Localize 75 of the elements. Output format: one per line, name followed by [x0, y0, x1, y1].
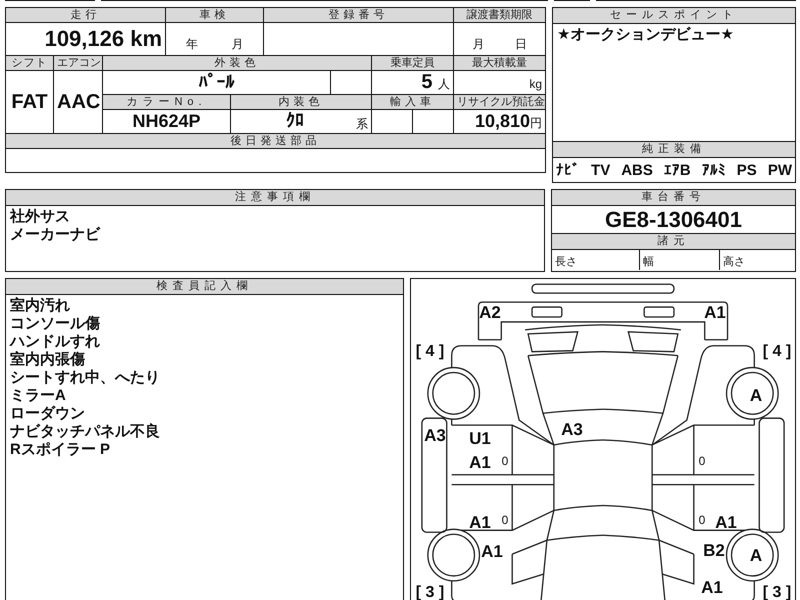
table-header: シフト: [6, 56, 54, 70]
damage-grade: A1: [704, 303, 726, 323]
chassis-number: GE8-1306401: [604, 206, 743, 233]
equipment-item: ｴｱB: [664, 162, 691, 178]
equipment-item: ﾅﾋﾞ: [556, 162, 580, 178]
panel-header: 車台番号: [552, 190, 795, 206]
panel-header: 諸元: [552, 233, 795, 250]
table-header: リサイクル預託金: [454, 94, 546, 110]
damage-grade: A3: [424, 426, 446, 446]
unit-label: 月: [231, 36, 244, 53]
panel-header: セールスポイント: [553, 8, 795, 24]
unit-label: 月: [472, 36, 484, 53]
table-header: エアコン: [54, 56, 102, 70]
sales-point-text: ★オークションデビュー★: [557, 26, 735, 44]
table-header: 最大積載量: [454, 56, 546, 70]
inspector-note-line: ハンドルすれ: [10, 333, 101, 350]
section-number: [ 3 ]: [416, 584, 444, 600]
spec-label: 高さ: [722, 254, 746, 270]
inspector-note-line: ミラーA: [10, 387, 67, 405]
inspector-note-line: シートすれ中、へたり: [10, 369, 161, 387]
note-line: 社外サス: [10, 208, 71, 226]
table-header: 登録番号: [264, 8, 454, 22]
table-header: 走行: [6, 8, 166, 22]
unit-label: kg: [529, 77, 542, 91]
equipment-item: PS: [736, 162, 757, 178]
tick-mark: 0: [698, 454, 706, 468]
damage-grade: U1: [469, 429, 491, 449]
table-header: 外装色: [102, 56, 372, 70]
panel-header: 注意事項欄: [6, 190, 544, 206]
table-header: 乗車定員: [372, 56, 454, 70]
damage-grade: A: [750, 386, 762, 406]
inspector-note-line: 室内内張傷: [10, 351, 86, 369]
panel-header: 純正装備: [553, 141, 795, 158]
spec-label: 長さ: [552, 250, 640, 270]
unit-label: 円: [530, 116, 542, 130]
interior-color-value: ｸﾛ: [286, 110, 304, 130]
tick-mark: 0: [698, 513, 706, 527]
panel-header: 検査員記入欄: [6, 279, 403, 295]
unit-label: 年: [186, 36, 198, 53]
note-line: メーカーナビ: [10, 226, 102, 244]
tick-mark: 0: [502, 513, 508, 527]
damage-grade: A: [750, 546, 762, 566]
equipment-item: ABS: [621, 162, 653, 178]
damage-grade: A1: [469, 513, 491, 533]
table-header: 車検: [166, 8, 264, 22]
damage-grade: A2: [479, 303, 501, 323]
inspector-note-line: 室内汚れ: [10, 297, 71, 315]
inspector-note-line: ローダウン: [10, 405, 86, 423]
table-header: 後日発送部品: [6, 134, 546, 148]
recycle-fee-value: 10,810: [474, 111, 530, 131]
table-header: カラーNo.: [102, 94, 231, 110]
inspector-note-line: ナビタッチパネル不良: [10, 423, 161, 441]
equipment-item: TV: [591, 162, 610, 178]
section-number: [ 4 ]: [762, 343, 792, 361]
equipment-item: PW: [768, 162, 792, 178]
section-number: [ 4 ]: [416, 343, 444, 361]
inspector-note-line: Rスポイラー P: [10, 441, 112, 459]
damage-grade: A1: [481, 542, 503, 562]
equipment-item: ｱﾙﾐ: [702, 162, 726, 178]
capacity-value: 5: [421, 72, 432, 93]
unit-label: 人: [438, 77, 450, 91]
section-number: [ 3 ]: [762, 584, 792, 600]
unit-label: 系: [356, 116, 368, 132]
damage-grade: A3: [561, 420, 583, 440]
tick-mark: 0: [502, 454, 508, 468]
table-header: 輸入車: [372, 94, 454, 110]
damage-grade: B2: [703, 541, 725, 561]
damage-grade: A1: [469, 453, 491, 473]
inspector-note-line: コンソール傷: [10, 315, 101, 333]
unit-label: 日: [514, 36, 527, 53]
table-header: 内装色: [230, 94, 372, 110]
damage-grade: A1: [701, 578, 723, 598]
spec-label: 幅: [640, 250, 720, 270]
damage-grade: A1: [715, 513, 737, 533]
table-header: 譲渡書類期限: [454, 8, 546, 22]
